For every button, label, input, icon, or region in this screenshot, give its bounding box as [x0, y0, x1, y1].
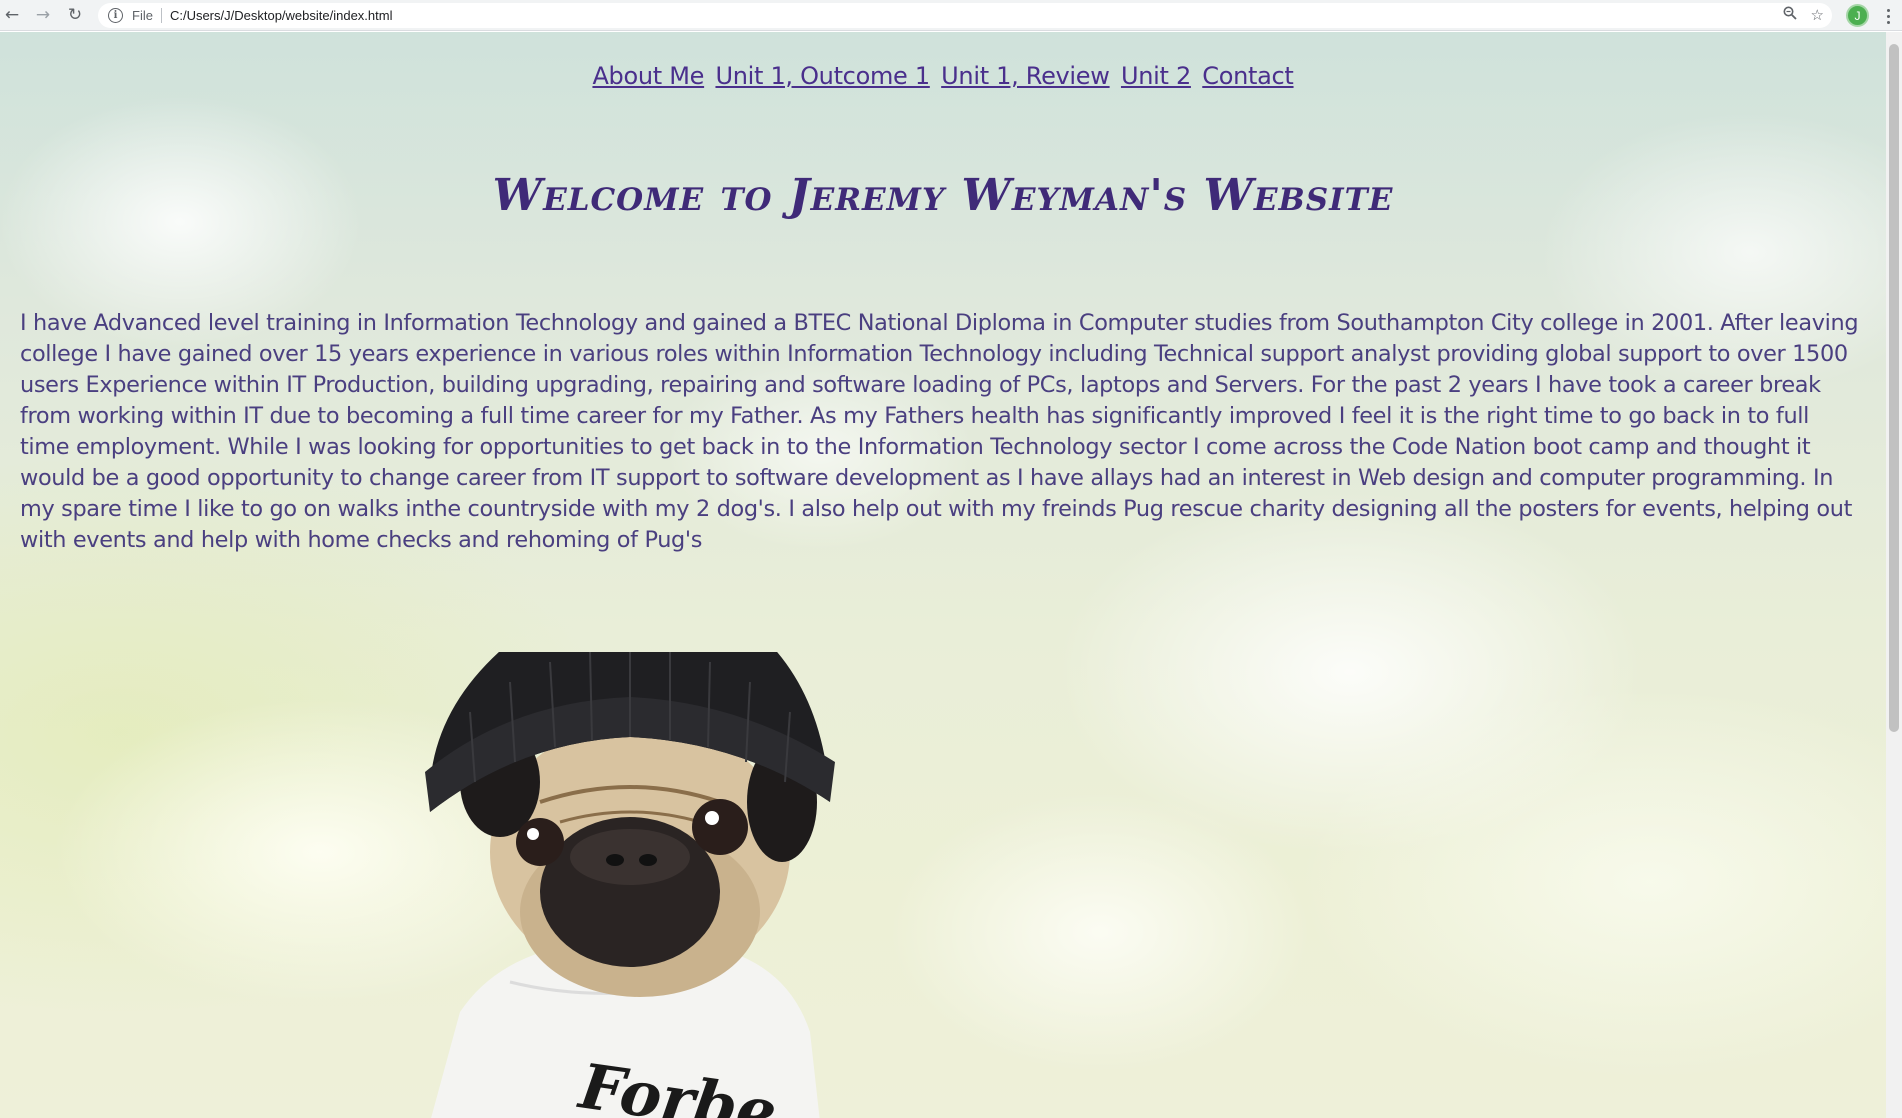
profile-avatar[interactable]: J [1846, 4, 1869, 27]
address-bar-actions: ☆ [1783, 6, 1824, 24]
nav-link-unit1-outcome1[interactable]: Unit 1, Outcome 1 [715, 62, 930, 90]
nav-link-about-me[interactable]: About Me [592, 62, 704, 90]
nav-link-contact[interactable]: Contact [1202, 62, 1294, 90]
site-navigation: About Me Unit 1, Outcome 1 Unit 1, Revie… [0, 62, 1886, 90]
page-title: Welcome to Jeremy Weyman's Website [492, 170, 1394, 221]
page-viewport: About Me Unit 1, Outcome 1 Unit 1, Revie… [0, 32, 1886, 1118]
url-text[interactable]: C:/Users/J/Desktop/website/index.html [170, 8, 393, 23]
forward-arrow-icon[interactable]: → [32, 4, 54, 26]
vertical-scrollbar[interactable] [1886, 32, 1902, 1118]
nav-link-unit1-review[interactable]: Unit 1, Review [941, 62, 1110, 90]
info-icon[interactable]: i [108, 8, 123, 23]
address-bar[interactable]: i File C:/Users/J/Desktop/website/index.… [98, 3, 1832, 28]
three-dots-menu-icon[interactable] [1881, 5, 1895, 27]
address-separator [160, 8, 162, 23]
browser-toolbar: ← → ↻ i File C:/Users/J/Desktop/website/… [0, 0, 1902, 31]
scheme-label: File [132, 8, 153, 23]
bookmark-star-icon[interactable]: ☆ [1811, 6, 1824, 24]
nav-link-unit2[interactable]: Unit 2 [1121, 62, 1191, 90]
zoom-magnifier-icon[interactable] [1783, 6, 1797, 24]
scrollbar-thumb[interactable] [1889, 44, 1899, 732]
bio-paragraph: I have Advanced level training in Inform… [20, 310, 1859, 553]
back-arrow-icon[interactable]: ← [1, 4, 23, 26]
reload-icon[interactable]: ↻ [64, 4, 86, 26]
pug-in-beanie-image: Forbe [425, 652, 835, 1118]
